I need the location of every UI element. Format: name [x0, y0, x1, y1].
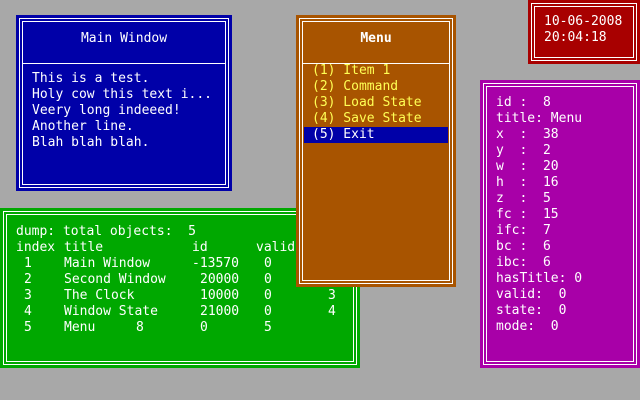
dump-row-valid: 0	[264, 304, 272, 319]
menu-item-load-state[interactable]: (3) Load State	[312, 95, 422, 111]
dump-summary: dump: total objects: 5	[16, 224, 197, 239]
dump-row-id: 8	[136, 320, 144, 335]
info-line-bc: bc : 6	[496, 239, 551, 254]
menu-item-item-1[interactable]: (1) Item 1	[312, 63, 390, 79]
info-line-h: h : 16	[496, 175, 559, 190]
dump-row-title: Window State	[64, 304, 158, 319]
menu-title: Menu	[360, 31, 392, 46]
dump-header-id: id	[192, 240, 208, 255]
dump-row-index: 2	[24, 272, 32, 287]
menu-item-command[interactable]: (2) Command	[312, 79, 398, 95]
dump-row-title: Second Window	[64, 272, 166, 287]
dump-row-valid: 0	[264, 256, 272, 271]
menu-inner-border	[302, 21, 450, 281]
dump-row-title: The Clock	[64, 288, 135, 303]
info-line-z: z : 5	[496, 191, 551, 206]
main-window-line: Another line.	[32, 119, 134, 134]
dump-header-title: title	[64, 240, 104, 255]
dump-row-index: 5	[24, 320, 32, 335]
info-line-id: id : 8	[496, 95, 551, 110]
clock-window[interactable]: 10-06-2008 20:04:18	[528, 0, 640, 64]
dump-row-title: Main Window	[64, 256, 151, 271]
dump-row-state: 3	[328, 288, 336, 303]
dump-row-index: 1	[24, 256, 32, 271]
dump-row-state: 4	[328, 304, 336, 319]
info-line-fc: fc : 15	[496, 207, 559, 222]
dump-row-title: Menu	[64, 320, 96, 335]
main-window-line: Veery long indeeed!	[32, 103, 181, 118]
info-line-ibc: ibc: 6	[496, 255, 551, 270]
info-line-x: x : 38	[496, 127, 559, 142]
info-line-mode: mode: 0	[496, 319, 559, 334]
dump-header-valid: valid	[256, 240, 296, 255]
dump-row-valid: 0	[264, 272, 272, 287]
dump-row-index: 4	[24, 304, 32, 319]
menu-item-save-state[interactable]: (4) Save State	[312, 111, 422, 127]
dump-row-id: 21000	[200, 304, 240, 319]
info-line-y: y : 2	[496, 143, 551, 158]
info-line-title: title: Menu	[496, 111, 583, 126]
main-window-title: Main Window	[80, 31, 168, 46]
info-line-hastitle: hasTitle: 0	[496, 271, 583, 286]
menu-item-exit[interactable]: (5) Exit	[304, 127, 448, 143]
dump-row-index: 3	[24, 288, 32, 303]
dump-row-id: -13570	[192, 256, 239, 271]
clock-date: 10-06-2008	[544, 14, 623, 29]
main-window-line: This is a test.	[32, 71, 150, 86]
menu-window[interactable]: Menu (1) Item 1 (2) Command (3) Load Sta…	[296, 15, 456, 287]
dump-row-state: 5	[264, 320, 272, 335]
dump-row-id: 20000	[200, 272, 240, 287]
main-window[interactable]: Main Window This is a test. Holy cow thi…	[16, 15, 232, 191]
dump-row-valid: 0	[200, 320, 208, 335]
info-line-ifc: ifc: 7	[496, 223, 551, 238]
main-window-title-divider	[22, 63, 226, 64]
object-info-window[interactable]: id : 8 title: Menu x : 38 y : 2 w : 20 h…	[480, 80, 640, 368]
dump-row-id: 10000	[200, 288, 240, 303]
dump-header-index: index	[16, 240, 56, 255]
main-window-line: Holy cow this text i...	[32, 87, 213, 102]
dump-row-valid: 0	[264, 288, 272, 303]
main-window-line: Blah blah blah.	[32, 135, 150, 150]
clock-time: 20:04:18	[544, 30, 607, 45]
info-line-valid: valid: 0	[496, 287, 567, 302]
info-line-w: w : 20	[496, 159, 559, 174]
info-line-state: state: 0	[496, 303, 567, 318]
